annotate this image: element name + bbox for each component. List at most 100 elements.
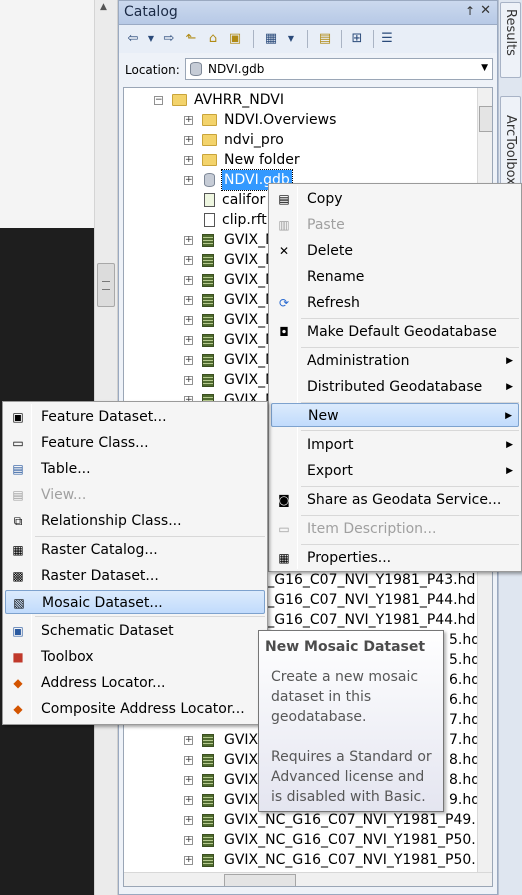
results-tab[interactable]: Results (500, 2, 521, 78)
menu-item-label: Composite Address Locator... (41, 701, 245, 717)
tree-item-label-partial[interactable]: NC_G16_C07_NVI_Y1981_P44.hd (247, 590, 475, 610)
scrollbar-thumb[interactable] (97, 263, 115, 307)
raster-icon (202, 754, 214, 767)
tree-horizontal-scrollbar[interactable] (124, 872, 492, 886)
properties-icon: ▦ (278, 551, 290, 565)
menu-item-administration[interactable]: Administration ▶ (271, 349, 519, 373)
expand-icon[interactable]: + (184, 816, 193, 825)
back-dropdown-icon[interactable]: ▼ (141, 29, 161, 49)
view-dropdown-icon[interactable]: ▼ (281, 29, 301, 49)
expand-icon[interactable]: + (184, 376, 193, 385)
expand-icon[interactable]: + (184, 176, 193, 185)
expand-icon[interactable]: + (184, 776, 193, 785)
pin-icon[interactable]: ↑ (465, 4, 475, 18)
up-one-level-icon[interactable]: ⬑ (181, 29, 201, 49)
submenu-item-address-locator[interactable]: ◆ Address Locator... (5, 671, 265, 695)
menu-item-share[interactable]: ◙ Share as Geodata Service... (271, 488, 519, 512)
submenu-item-toolbox[interactable]: ■ Toolbox (5, 645, 265, 669)
geodatabase-icon (204, 173, 215, 187)
tree-item-label-partial[interactable]: 6.hd (449, 670, 480, 690)
forward-arrow-icon[interactable]: ⇨ (159, 29, 179, 49)
submenu-item-feature-dataset[interactable]: ▣ Feature Dataset... (5, 405, 265, 429)
arctoolbox-tab-label: ArcToolbox (503, 115, 518, 185)
menu-item-import[interactable]: Import ▶ (271, 433, 519, 457)
submenu-item-table[interactable]: ▤ Table... (5, 457, 265, 481)
view-options-icon[interactable]: ▦ (261, 29, 281, 49)
menu-item-label: Distributed Geodatabase (307, 379, 483, 395)
toggle-contents-icon[interactable]: ⊞ (347, 29, 367, 49)
menu-separator (35, 536, 265, 537)
submenu-item-raster-dataset[interactable]: ▩ Raster Dataset... (5, 564, 265, 588)
menu-item-distributed[interactable]: Distributed Geodatabase ▶ (271, 375, 519, 399)
menu-item-make-default[interactable]: ◘ Make Default Geodatabase (271, 320, 519, 344)
tooltip-body: Create a new mosaic dataset in this geod… (271, 669, 419, 725)
expand-icon[interactable]: + (184, 276, 193, 285)
menu-item-properties[interactable]: ▦ Properties... (271, 546, 519, 570)
tree-item-label-partial[interactable]: 6.hd (449, 690, 480, 710)
chevron-down-icon[interactable]: ▼ (481, 63, 488, 73)
home-icon[interactable]: ⌂ (203, 29, 223, 49)
menu-item-delete[interactable]: ✕ Delete (271, 239, 519, 263)
raster-icon (202, 254, 214, 267)
submenu-item-feature-class[interactable]: ▭ Feature Class... (5, 431, 265, 455)
submenu-arrow-icon: ▶ (506, 382, 513, 392)
menu-item-new[interactable]: New ▶ (271, 403, 519, 427)
menu-separator (301, 486, 519, 487)
expand-icon[interactable]: + (184, 316, 193, 325)
menu-item-export[interactable]: Export ▶ (271, 459, 519, 483)
expand-icon[interactable]: + (184, 796, 193, 805)
expand-icon[interactable]: + (184, 736, 193, 745)
catalog-toolbar: ⇦ ▼ ⇨ ⬑ ⌂ ▣ ▦ ▼ ▤ ⊞ ☰ (119, 25, 497, 53)
location-label: Location: (125, 63, 180, 77)
tree-item-label-partial[interactable]: 7.hd (449, 710, 480, 730)
location-combobox[interactable]: NDVI.gdb ▼ (185, 58, 493, 80)
submenu-item-mosaic-dataset[interactable]: ▧ Mosaic Dataset... (5, 590, 265, 614)
raster-icon (202, 794, 214, 807)
catalog-title-bar: Catalog ↑ ✕ (119, 1, 497, 25)
menu-item-label: Administration (307, 353, 410, 369)
submenu-item-view: ▤ View... (5, 483, 265, 507)
scrollbar-thumb[interactable] (479, 106, 492, 132)
tree-item-label-partial[interactable]: 5.hd (449, 630, 480, 650)
expand-icon[interactable]: + (184, 836, 193, 845)
background-panel (0, 0, 94, 228)
expand-icon[interactable]: + (184, 116, 193, 125)
submenu-item-relationship-class[interactable]: ⧉ Relationship Class... (5, 509, 265, 533)
submenu-item-schematic-dataset[interactable]: ▣ Schematic Dataset (5, 619, 265, 643)
scrollbar-thumb[interactable] (224, 874, 296, 886)
raster-icon (202, 854, 214, 867)
scroll-up-arrow-icon[interactable]: ▲ (100, 2, 107, 12)
refresh-icon: ⟳ (278, 296, 290, 310)
options-icon[interactable]: ☰ (377, 29, 397, 49)
tree-item-label-partial[interactable]: NC_G16_C07_NVI_Y1981_P43.hd (247, 570, 475, 590)
expand-icon[interactable]: + (184, 256, 193, 265)
menu-item-copy[interactable]: ▤ Copy (271, 187, 519, 211)
expand-icon[interactable]: + (184, 236, 193, 245)
menu-item-label: Feature Dataset... (41, 409, 167, 425)
expand-icon[interactable]: + (184, 136, 193, 145)
connect-folder-icon[interactable]: ▣ (225, 29, 245, 49)
expand-icon[interactable]: + (184, 756, 193, 765)
tree-item-label: New folder (224, 152, 300, 168)
expand-icon[interactable]: + (184, 356, 193, 365)
close-icon[interactable]: ✕ (480, 3, 491, 18)
submenu-item-raster-catalog[interactable]: ▦ Raster Catalog... (5, 538, 265, 562)
menu-item-refresh[interactable]: ⟳ Refresh (271, 291, 519, 315)
expand-icon[interactable]: + (184, 296, 193, 305)
menu-item-label: Schematic Dataset (41, 623, 174, 639)
tree-item-label-partial[interactable]: 5.hd (449, 650, 480, 670)
back-arrow-icon[interactable]: ⇦ (123, 29, 143, 49)
collapse-icon[interactable]: − (154, 96, 163, 105)
expand-icon[interactable]: + (184, 156, 193, 165)
menu-item-rename[interactable]: Rename (271, 265, 519, 289)
expand-icon[interactable]: + (184, 856, 193, 865)
arctoolbox-tab[interactable]: ArcToolbox (500, 96, 521, 192)
tree-item-label-partial[interactable]: NC_G16_C07_NVI_Y1981_P44.hd (247, 610, 475, 630)
expand-icon[interactable]: + (184, 336, 193, 345)
geodatabase-icon: ◘ (279, 325, 289, 339)
tree-item-label-suffix: 9.hd (449, 792, 481, 808)
toolbar-separator (373, 30, 374, 48)
submenu-item-composite-locator[interactable]: ◆ Composite Address Locator... (5, 697, 265, 721)
menu-item-label: Raster Dataset... (41, 568, 159, 584)
connect-folder-add-icon[interactable]: ▤ (315, 29, 335, 49)
